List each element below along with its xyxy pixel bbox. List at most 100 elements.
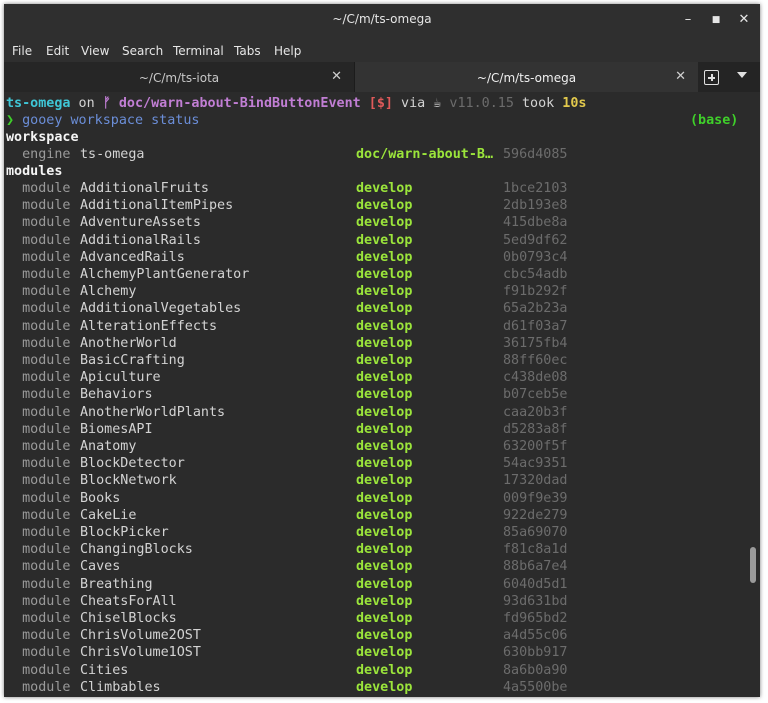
tab-ts-omega[interactable]: ~/C/m/ts-omega ✕ [355,62,698,92]
minimize-icon[interactable]: – [680,12,696,28]
list-item: module AdventureAssets develop 415dbe8a [6,214,744,231]
module-label: module [6,490,71,506]
module-hash: d5283a8f [503,421,568,437]
module-branch: develop [356,198,413,214]
module-name: ChiselBlocks [80,611,177,626]
list-item: module BiomesAPI develop d5283a8f [6,421,744,438]
module-branch: develop [356,525,413,540]
prompt-runtime: v11.0.15 [441,96,514,111]
tab-close-icon[interactable]: ✕ [675,69,686,84]
list-item: module AdditionalItemPipes develop 2db193e8 [6,197,744,214]
module-label: module [6,628,71,644]
menu-search[interactable]: Search [122,44,163,58]
engine-name: ts-omega [80,147,145,162]
chevron-down-icon[interactable] [737,72,747,78]
module-name: BlockDetector [80,456,185,472]
module-branch: develop [356,249,413,265]
module-hash: fd965bd2 [503,611,568,626]
terminal-window: ~/C/m/ts-omega – ■ ✕ File Edit View Sear… [4,4,760,697]
module-name: Climbables [80,679,161,695]
module-hash: 88ff60ec [503,353,568,368]
tab-close-icon[interactable]: ✕ [331,69,342,84]
window-title: ~/C/m/ts-omega [332,12,432,26]
module-hash: 5ed9df62 [503,232,568,248]
title-bar[interactable]: ~/C/m/ts-omega – ■ ✕ [4,4,760,36]
module-name: AnotherWorld [80,335,177,351]
module-branch: develop [356,576,413,592]
list-item: module Climbables develop 4a5500be [6,679,744,696]
list-item: module Apiculture develop c438de08 [6,369,744,386]
prompt-git-status: [$] [368,96,393,111]
conda-env: (base) [690,113,739,128]
terminal-output[interactable]: ts-omega on ᚠ doc/warn-about-BindButtonE… [4,92,746,697]
list-item: module BlockDetector develop 54ac9351 [6,455,744,472]
module-branch: develop [356,593,413,609]
scrollbar[interactable] [746,92,760,697]
menu-edit[interactable]: Edit [46,44,69,58]
maximize-icon[interactable]: ■ [708,12,724,28]
module-label: module [6,284,71,300]
list-item: module ChangingBlocks develop f81c8a1d [6,541,744,558]
module-hash: 6040d5d1 [503,576,568,592]
list-item: module AdditionalRails develop 5ed9df62 [6,232,744,249]
module-branch: develop [356,507,413,523]
module-branch: develop [356,301,413,317]
close-icon[interactable]: ✕ [736,12,752,28]
module-name: CakeLie [80,507,137,523]
module-label: module [6,387,71,403]
list-item: module Behaviors develop b07ceb5e [6,386,744,403]
list-item: module Caves develop 88b6a7e4 [6,558,744,575]
module-label: module [6,611,71,626]
list-item: module AdditionalVegetables develop 65a2b23… [6,300,744,317]
module-name: BiomesAPI [80,421,153,437]
module-branch: develop [356,387,413,403]
module-branch: develop [356,473,413,489]
module-hash: 54ac9351 [503,456,568,472]
menu-terminal[interactable]: Terminal [173,44,224,58]
module-hash: 415dbe8a [503,215,568,231]
module-branch: develop [356,611,413,626]
module-name: Anatomy [80,439,137,454]
list-item: module BlockNetwork develop 17320dad [6,472,744,489]
module-hash: 2db193e8 [503,198,568,214]
menu-tabs[interactable]: Tabs [234,44,261,58]
module-branch: develop [356,318,413,334]
tab-bar: ~/C/m/ts-iota ✕ ~/C/m/ts-omega ✕ [4,62,760,92]
module-branch: develop [356,267,413,282]
module-hash: f81c8a1d [503,542,568,558]
module-label: module [6,507,71,523]
module-name: AdvancedRails [80,249,185,265]
list-item: module AnotherWorld develop 36175fb4 [6,335,744,352]
list-item: module AlterationEffects develop d61f03a7 [6,318,744,335]
menu-file[interactable]: File [12,44,32,58]
module-label: module [6,318,71,334]
list-item: module AlchemyPlantGenerator develop cbc54a… [6,266,744,283]
menu-view[interactable]: View [81,44,109,58]
module-hash: a4d55c06 [503,628,568,644]
list-item: module AdditionalFruits develop 1bce2103 [6,180,744,197]
module-hash: 88b6a7e4 [503,559,568,575]
new-tab-icon[interactable] [704,70,719,85]
module-name: AnotherWorldPlants [80,404,226,420]
tab-label: ~/C/m/ts-omega [476,71,577,85]
list-item: module BasicCrafting develop 88ff60ec [6,352,744,369]
module-name: Books [80,490,121,506]
module-branch: develop [356,490,413,506]
module-label: module [6,542,71,558]
module-label: module [6,267,71,282]
tab-ts-iota[interactable]: ~/C/m/ts-iota ✕ [4,62,355,92]
module-branch: develop [356,421,413,437]
scrollbar-thumb[interactable] [750,547,756,583]
module-hash: 85a69070 [503,525,568,540]
module-hash: caa20b3f [503,404,568,420]
command-name: gooey [22,113,63,128]
menu-help[interactable]: Help [274,44,301,58]
engine-branch: doc/warn-about-B… [356,147,494,162]
list-item: module Cities develop 8a6b0a90 [6,662,744,679]
prompt-branch: doc/warn-about-BindButtonEvent [110,96,369,111]
prompt-via: via [392,96,434,111]
workspace-header: workspace [6,130,79,145]
module-branch: develop [356,353,413,368]
module-name: Alchemy [80,284,137,300]
module-hash: 009f9e39 [503,490,568,506]
